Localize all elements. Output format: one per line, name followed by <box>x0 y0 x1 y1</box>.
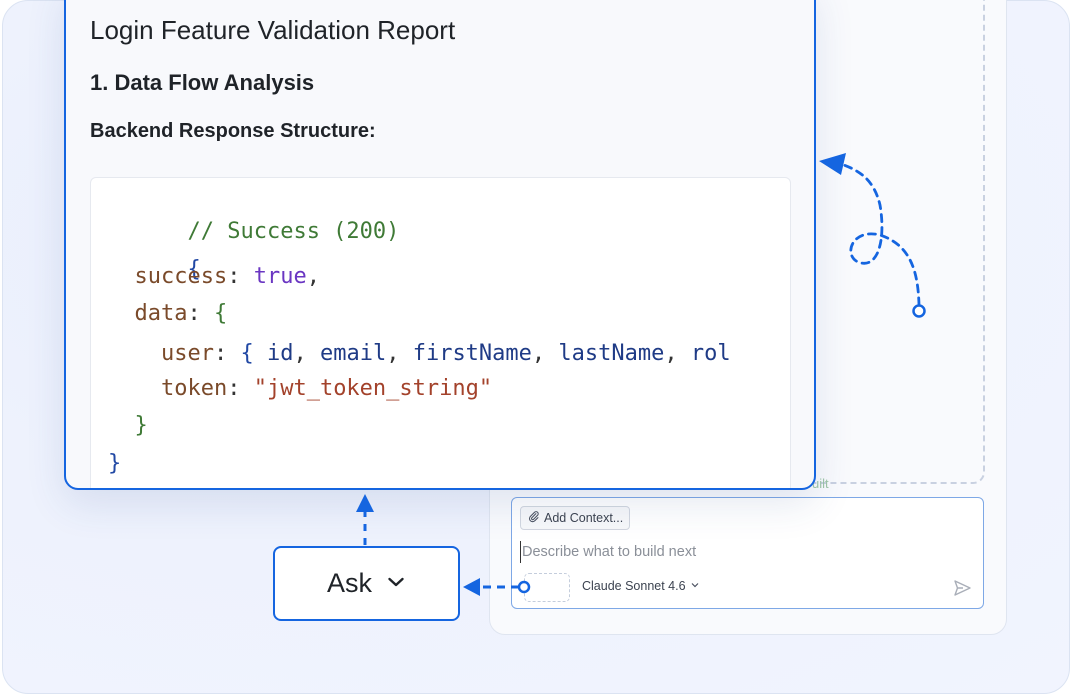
chevron-down-icon <box>386 568 406 599</box>
code-line-data: data: { <box>134 301 228 326</box>
code-line-success: success: true, <box>134 264 320 289</box>
chat-input-box: Add Context... Claude Sonnet 4.6 <box>511 497 984 609</box>
code-comment: // Success (200) <box>187 219 400 244</box>
code-line-open: { <box>108 225 200 282</box>
code-line-token: token: "jwt_token_string" <box>160 376 493 401</box>
code-user-field: lastName <box>558 341 665 366</box>
code-outer-close: } <box>108 451 122 476</box>
ask-mode-dropdown[interactable]: Ask <box>273 546 460 621</box>
ask-label: Ask <box>326 568 372 598</box>
code-token-value: "jwt_token_string" <box>253 376 493 401</box>
code-success-key: success <box>134 264 228 289</box>
code-data-key: data <box>134 301 188 326</box>
code-user-field: rol <box>690 341 731 366</box>
code-user-field: id <box>266 341 294 366</box>
code-token-key: token <box>160 376 228 401</box>
add-context-button[interactable]: Add Context... <box>520 506 631 530</box>
code-line-user: user: { id, email, firstName, lastName, … <box>160 341 731 366</box>
send-icon <box>952 580 972 602</box>
code-line-inner-close: } <box>108 411 148 441</box>
send-button[interactable] <box>952 578 972 598</box>
code-block: // Success (200) { success: true, data: … <box>90 177 791 488</box>
code-line-comment: // Success (200) <box>108 187 399 244</box>
code-user-field: firstName <box>412 341 532 366</box>
prompt-input[interactable] <box>520 541 960 563</box>
model-selector[interactable]: Claude Sonnet 4.6 <box>582 579 700 593</box>
subsection-heading: Backend Response Structure: <box>90 120 376 142</box>
code-user-key: user <box>160 341 214 366</box>
code-success-value: true <box>253 264 307 289</box>
model-label: Claude Sonnet 4.6 <box>582 579 686 593</box>
section-heading: 1. Data Flow Analysis <box>90 70 315 95</box>
code-line-outer-close: } <box>108 449 121 479</box>
mode-selector-slot[interactable] <box>524 573 570 602</box>
chevron-down-icon <box>690 579 700 593</box>
paperclip-icon <box>527 510 540 526</box>
report-title: Login Feature Validation Report <box>90 15 456 45</box>
code-inner-close: } <box>134 413 148 438</box>
code-user-field: email <box>319 341 387 366</box>
add-context-label: Add Context... <box>544 511 624 525</box>
report-card: Login Feature Validation Report 1. Data … <box>64 0 816 490</box>
